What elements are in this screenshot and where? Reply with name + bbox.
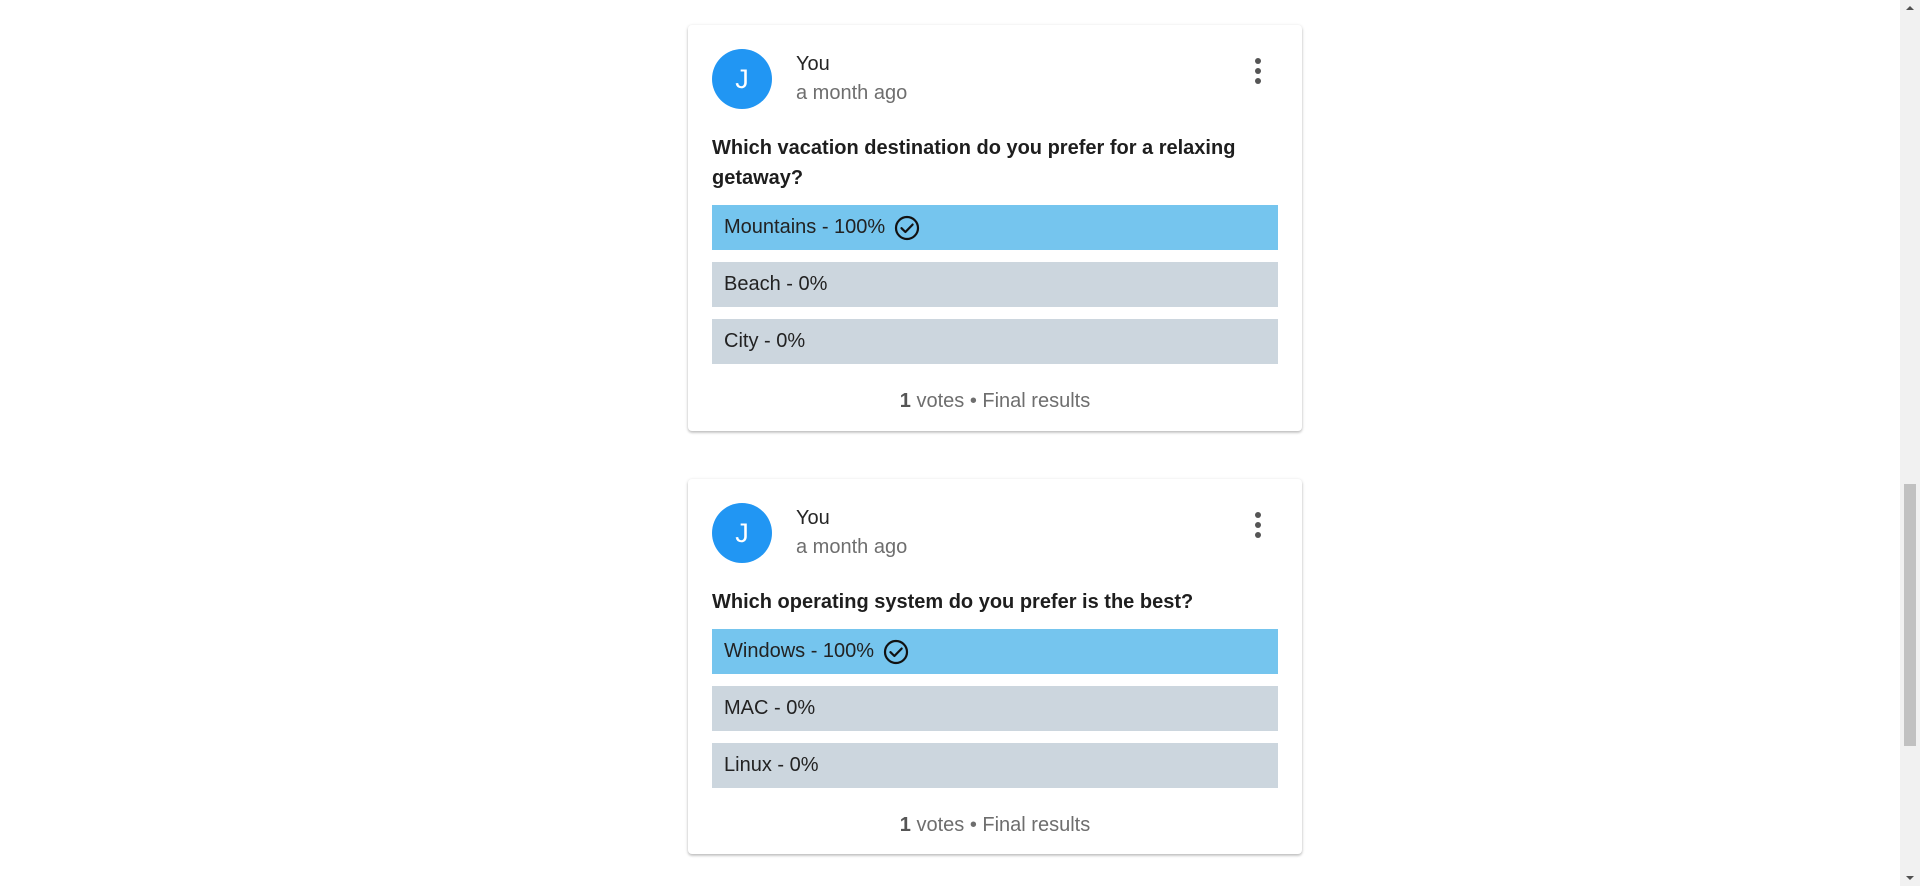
votes-status: votes • Final results xyxy=(910,814,1091,836)
poll-option-mountains[interactable]: Mountains - 100% xyxy=(712,205,1278,250)
more-vert-icon-dot xyxy=(1255,532,1261,538)
vote-count: 1 xyxy=(899,814,911,836)
scroll-down-button[interactable] xyxy=(1900,870,1920,886)
poll-options: Windows - 100% MAC - 0% Linux - 0% xyxy=(712,629,1278,788)
post-time: a month ago xyxy=(796,536,908,558)
scroll-up-button[interactable] xyxy=(1900,0,1920,16)
poll-card-header: J You a month ago xyxy=(712,503,1278,563)
more-vert-icon-dot xyxy=(1255,522,1261,528)
page-viewport: J You a month ago Which vacation destina… xyxy=(0,0,1900,886)
scrollbar-thumb[interactable] xyxy=(1904,484,1916,746)
poll-footer: 1 votes • Final results xyxy=(712,390,1278,413)
poll-card: J You a month ago Which operating system… xyxy=(688,479,1302,854)
vertical-scrollbar[interactable] xyxy=(1900,0,1920,886)
caret-down-icon xyxy=(1906,876,1914,880)
poll-option-label: City - 0% xyxy=(724,330,806,352)
poll-option-label: Mountains - 100% xyxy=(724,216,886,238)
caret-up-icon xyxy=(1906,6,1914,10)
more-vert-icon-dot xyxy=(1255,68,1261,74)
check-circle-icon xyxy=(882,638,910,666)
author-name: You xyxy=(796,507,830,529)
poll-option-mac[interactable]: MAC - 0% xyxy=(712,686,1278,731)
avatar[interactable]: J xyxy=(712,503,772,563)
author-name: You xyxy=(796,53,830,75)
poll-card-header: J You a month ago xyxy=(712,49,1278,109)
avatar[interactable]: J xyxy=(712,49,772,109)
votes-status: votes • Final results xyxy=(910,390,1091,412)
more-options-button[interactable] xyxy=(1240,51,1276,91)
poll-option-windows[interactable]: Windows - 100% xyxy=(712,629,1278,674)
poll-footer: 1 votes • Final results xyxy=(712,814,1278,837)
poll-question: Which vacation destination do you prefer… xyxy=(712,137,1236,189)
more-options-button[interactable] xyxy=(1240,505,1276,545)
more-vert-icon xyxy=(1255,58,1261,64)
more-vert-icon-dot xyxy=(1255,78,1261,84)
post-time: a month ago xyxy=(796,82,908,104)
poll-card: J You a month ago Which vacation destina… xyxy=(688,25,1302,431)
poll-options: Mountains - 100% Beach - 0% City - 0% xyxy=(712,205,1278,364)
vote-count: 1 xyxy=(899,390,911,412)
check-circle-icon xyxy=(893,214,921,242)
poll-option-label: Windows - 100% xyxy=(724,640,875,662)
poll-option-beach[interactable]: Beach - 0% xyxy=(712,262,1278,307)
poll-question: Which operating system do you prefer is … xyxy=(712,591,1194,613)
poll-option-city[interactable]: City - 0% xyxy=(712,319,1278,364)
poll-option-label: MAC - 0% xyxy=(724,697,816,719)
poll-option-label: Beach - 0% xyxy=(724,273,828,295)
poll-option-linux[interactable]: Linux - 0% xyxy=(712,743,1278,788)
poll-option-label: Linux - 0% xyxy=(724,754,819,776)
more-vert-icon xyxy=(1255,512,1261,518)
